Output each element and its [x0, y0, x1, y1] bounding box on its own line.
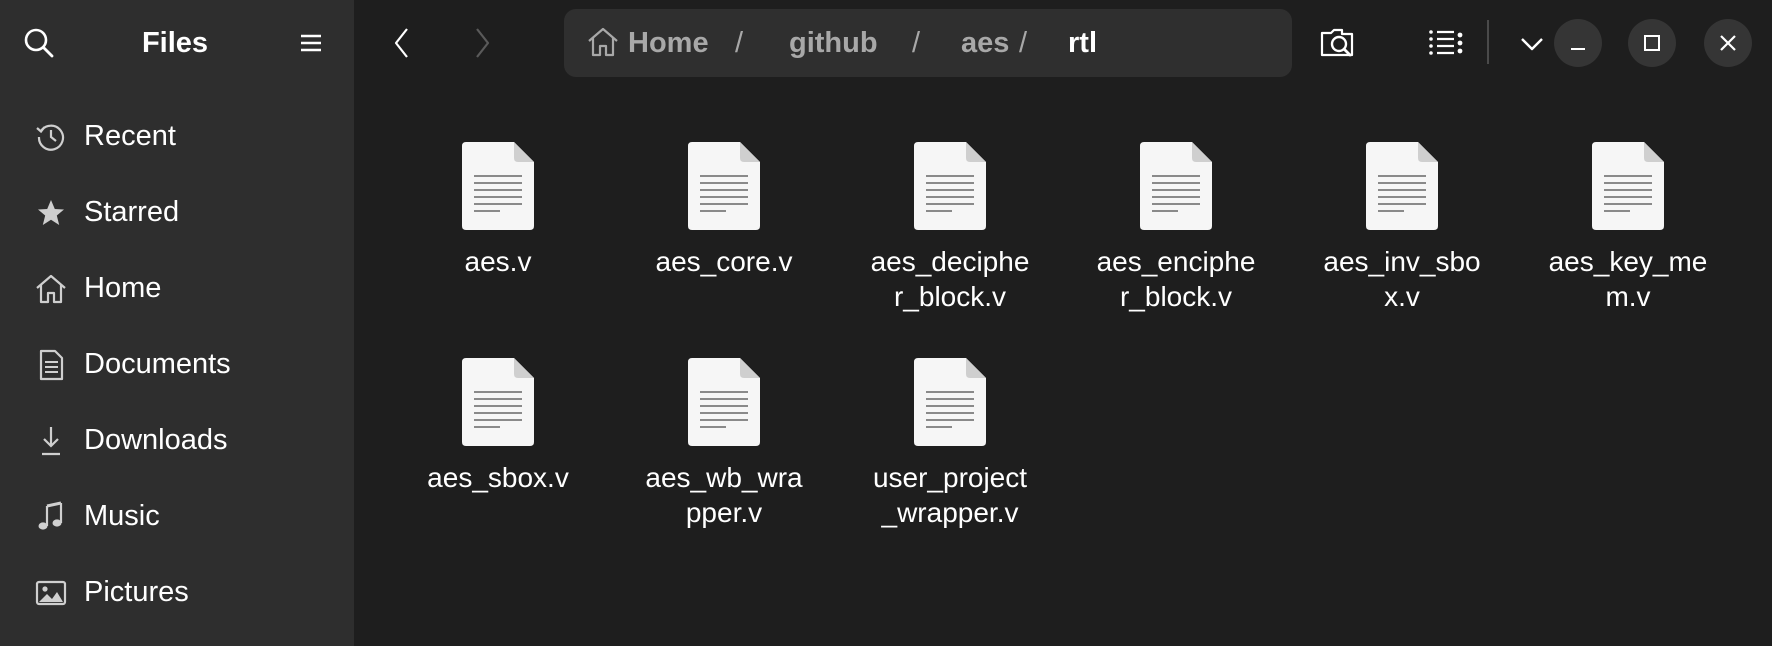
file-name: aes_wb_wra pper.v — [645, 462, 803, 528]
sidebar-item-label: Recent — [84, 120, 176, 152]
star-icon — [34, 196, 68, 230]
sidebar: Files Recent Starred Home Documents Down… — [0, 0, 354, 646]
sidebar-item-label: Music — [84, 500, 160, 532]
file-name: aes_deciphe r_block.v — [870, 246, 1030, 312]
breadcrumb-rtl[interactable]: rtl — [1068, 9, 1097, 77]
app-title: Files — [141, 27, 209, 59]
file-name: user_project _wrapper.v — [872, 462, 1028, 528]
minimize-button[interactable] — [1554, 19, 1602, 67]
text-file-icon — [684, 356, 764, 448]
main-area: Home / github / aes / rtl aes.v aes_core… — [354, 0, 1772, 646]
file-item[interactable]: aes_sbox.v — [403, 356, 593, 556]
breadcrumb-aes[interactable]: aes — [961, 9, 1009, 77]
home-icon — [34, 272, 68, 306]
file-item[interactable]: aes_key_me m.v — [1533, 140, 1723, 340]
breadcrumb-separator: / — [912, 27, 921, 59]
sidebar-item-starred[interactable]: Starred — [0, 174, 354, 250]
file-item[interactable]: aes_wb_wra pper.v — [629, 356, 819, 556]
text-file-icon — [1362, 140, 1442, 232]
text-file-icon — [910, 140, 990, 232]
file-item[interactable]: aes.v — [403, 140, 593, 340]
folder-search-icon[interactable] — [1318, 23, 1358, 63]
text-file-icon — [1136, 140, 1216, 232]
document-icon — [34, 348, 68, 382]
chevron-right-icon[interactable] — [462, 22, 502, 64]
clock-history-icon — [34, 120, 68, 154]
download-icon — [34, 424, 68, 458]
text-file-icon — [458, 140, 538, 232]
file-name: aes_enciphe r_block.v — [1096, 246, 1256, 312]
chevron-left-icon[interactable] — [382, 22, 422, 64]
music-note-icon — [34, 500, 68, 534]
breadcrumb-github[interactable]: github — [789, 9, 878, 77]
sidebar-item-home[interactable]: Home — [0, 250, 354, 326]
hamburger-menu-icon[interactable] — [294, 26, 328, 60]
sidebar-item-downloads[interactable]: Downloads — [0, 402, 354, 478]
breadcrumb-home[interactable]: Home — [628, 9, 709, 77]
sidebar-item-label: Pictures — [84, 576, 189, 608]
sidebar-item-pictures[interactable]: Pictures — [0, 554, 354, 630]
file-item[interactable]: aes_core.v — [629, 140, 819, 340]
sidebar-item-label: Starred — [84, 196, 180, 228]
breadcrumb-separator: / — [735, 27, 744, 59]
file-item[interactable]: aes_enciphe r_block.v — [1081, 140, 1271, 340]
path-bar: Home / github / aes / rtl — [564, 9, 1463, 77]
text-file-icon — [684, 140, 764, 232]
text-file-icon — [1588, 140, 1668, 232]
chevron-down-icon[interactable] — [1512, 24, 1552, 64]
text-file-icon — [458, 356, 538, 448]
search-icon[interactable] — [22, 26, 56, 60]
home-icon[interactable] — [586, 25, 620, 59]
close-button[interactable] — [1704, 19, 1752, 67]
file-name: aes.v — [464, 246, 532, 277]
file-name: aes_inv_sbo x.v — [1323, 246, 1481, 312]
file-item[interactable]: aes_inv_sbo x.v — [1307, 140, 1497, 340]
sidebar-header: Files — [0, 0, 354, 86]
file-name: aes_key_me m.v — [1548, 246, 1708, 312]
file-name: aes_sbox.v — [427, 462, 569, 493]
sidebar-item-documents[interactable]: Documents — [0, 326, 354, 402]
sidebar-item-recent[interactable]: Recent — [0, 98, 354, 174]
file-name: aes_core.v — [655, 246, 793, 277]
sidebar-item-label: Home — [84, 272, 162, 304]
sidebar-item-music[interactable]: Music — [0, 478, 354, 554]
text-file-icon — [910, 356, 990, 448]
list-view-icon[interactable] — [1422, 22, 1462, 62]
breadcrumb-separator: / — [1019, 27, 1028, 59]
toolbar-divider — [1487, 20, 1489, 64]
file-item[interactable]: user_project _wrapper.v — [855, 356, 1045, 556]
picture-icon — [34, 576, 68, 610]
file-item[interactable]: aes_deciphe r_block.v — [855, 140, 1045, 340]
sidebar-item-label: Downloads — [84, 424, 228, 456]
sidebar-item-label: Documents — [84, 348, 231, 380]
maximize-button[interactable] — [1628, 19, 1676, 67]
